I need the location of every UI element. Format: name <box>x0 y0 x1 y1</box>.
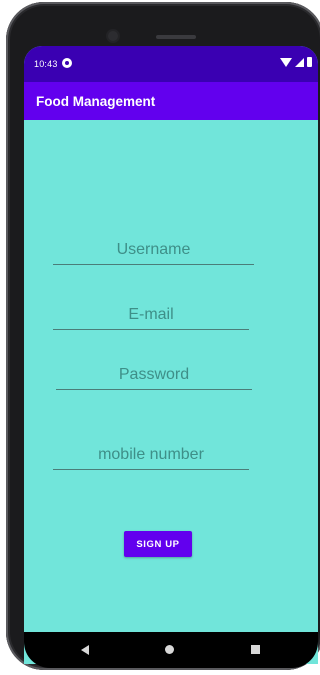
wifi-icon <box>280 58 292 67</box>
sign-up-button[interactable]: SIGN UP <box>124 531 192 557</box>
password-placeholder: Password <box>118 366 190 383</box>
status-time: 10:43 <box>34 59 58 69</box>
signal-icon <box>295 58 304 67</box>
email-placeholder: E-mail <box>128 306 174 323</box>
status-bar: 10:43 <box>24 46 318 82</box>
navigation-bar <box>24 632 318 668</box>
app-bar: Food Management <box>24 82 318 120</box>
password-field[interactable]: Password <box>56 359 252 390</box>
app-screen: 10:43 Food Management Username E-mail Pa… <box>24 46 318 664</box>
home-icon[interactable] <box>165 645 174 654</box>
earpiece-speaker <box>156 35 196 39</box>
front-camera <box>108 31 118 41</box>
battery-icon <box>307 57 312 67</box>
recents-icon[interactable] <box>251 645 260 654</box>
username-placeholder: Username <box>116 241 191 258</box>
notification-icon <box>62 58 72 68</box>
mobile-number-placeholder: mobile number <box>98 446 204 463</box>
username-field[interactable]: Username <box>53 234 254 265</box>
email-field[interactable]: E-mail <box>53 299 249 330</box>
mobile-number-field[interactable]: mobile number <box>53 439 249 470</box>
app-title: Food Management <box>36 94 156 109</box>
back-icon[interactable] <box>81 645 89 655</box>
